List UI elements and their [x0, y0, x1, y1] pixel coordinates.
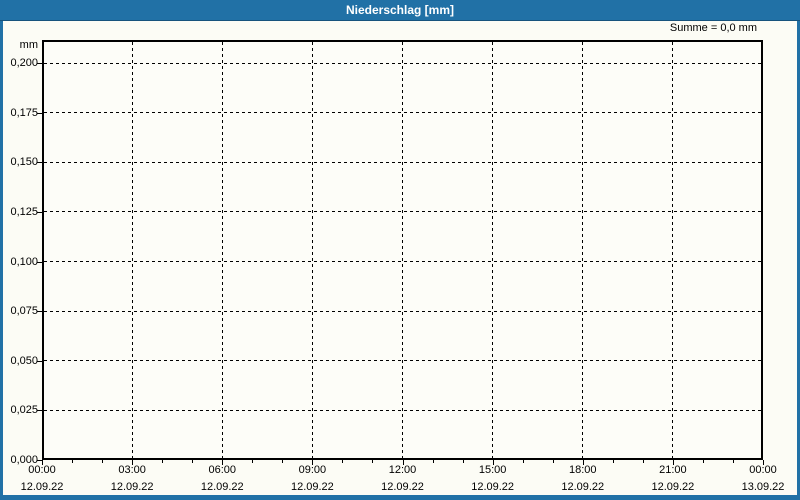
window-border-bottom — [0, 495, 800, 500]
v-gridline — [672, 42, 674, 458]
y-tick-label: 0,100 — [10, 255, 38, 268]
x-time-label: 21:00 — [659, 464, 687, 476]
v-gridline — [221, 42, 223, 458]
v-gridline — [492, 42, 494, 458]
x-time-label: 15:00 — [478, 464, 507, 476]
x-minor-tick-mark — [552, 460, 554, 463]
x-time-label: 12:00 — [388, 464, 417, 476]
y-tick-label: 0,175 — [10, 106, 38, 119]
y-tick-label: 0,050 — [10, 354, 38, 367]
x-minor-tick-mark — [432, 460, 434, 463]
v-gridline — [402, 42, 403, 458]
y-tick-label: 0,075 — [10, 305, 38, 318]
x-minor-tick-mark — [372, 460, 374, 463]
x-date-label: 13.09.22 — [741, 481, 785, 493]
x-time-label: 18:00 — [568, 464, 597, 476]
x-minor-tick-mark — [72, 460, 74, 463]
x-date-label: 12.09.22 — [561, 481, 605, 493]
x-date-label: 12.09.22 — [471, 481, 515, 493]
x-time-label: 09:00 — [298, 464, 327, 476]
y-axis-unit-label: mm — [19, 39, 38, 51]
v-gridline — [131, 42, 133, 458]
v-gridline — [311, 42, 313, 458]
x-date-label: 12.09.22 — [110, 481, 154, 493]
x-minor-tick-mark — [642, 460, 644, 463]
x-minor-tick-mark — [282, 460, 284, 463]
x-minor-tick-mark — [702, 460, 704, 463]
x-minor-tick-mark — [192, 460, 194, 463]
y-tick-label: 0,025 — [10, 404, 38, 417]
y-tick-label: 0,200 — [10, 57, 38, 69]
chart-titlebar: Niederschlag [mm] — [0, 0, 800, 21]
chart-window: Niederschlag [mm] Summe = 0,0 mm mm 0,20… — [0, 0, 800, 500]
x-minor-tick-mark — [342, 460, 344, 463]
x-minor-tick-mark — [522, 460, 524, 463]
x-date-label: 12.09.22 — [290, 481, 334, 493]
x-minor-tick-mark — [462, 460, 464, 463]
x-minor-tick-mark — [162, 460, 164, 463]
y-tick-label: 0,150 — [10, 156, 38, 169]
x-minor-tick-mark — [732, 460, 734, 463]
x-time-label: 00:00 — [749, 464, 777, 476]
window-border-left — [0, 21, 3, 500]
sum-annotation: Summe = 0,0 mm — [669, 22, 757, 34]
x-date-label: 12.09.22 — [20, 481, 64, 493]
x-date-label: 12.09.22 — [651, 481, 695, 493]
y-tick-label: 0,125 — [10, 205, 38, 218]
x-time-label: 03:00 — [118, 464, 146, 476]
chart-title: Niederschlag [mm] — [345, 3, 455, 17]
x-minor-tick-mark — [612, 460, 614, 463]
x-time-label: 00:00 — [28, 464, 56, 476]
x-date-label: 12.09.22 — [381, 481, 424, 493]
x-time-label: 06:00 — [208, 464, 237, 476]
v-gridline — [582, 42, 584, 458]
x-date-label: 12.09.22 — [200, 481, 244, 493]
x-minor-tick-mark — [102, 460, 104, 463]
x-minor-tick-mark — [252, 460, 254, 463]
